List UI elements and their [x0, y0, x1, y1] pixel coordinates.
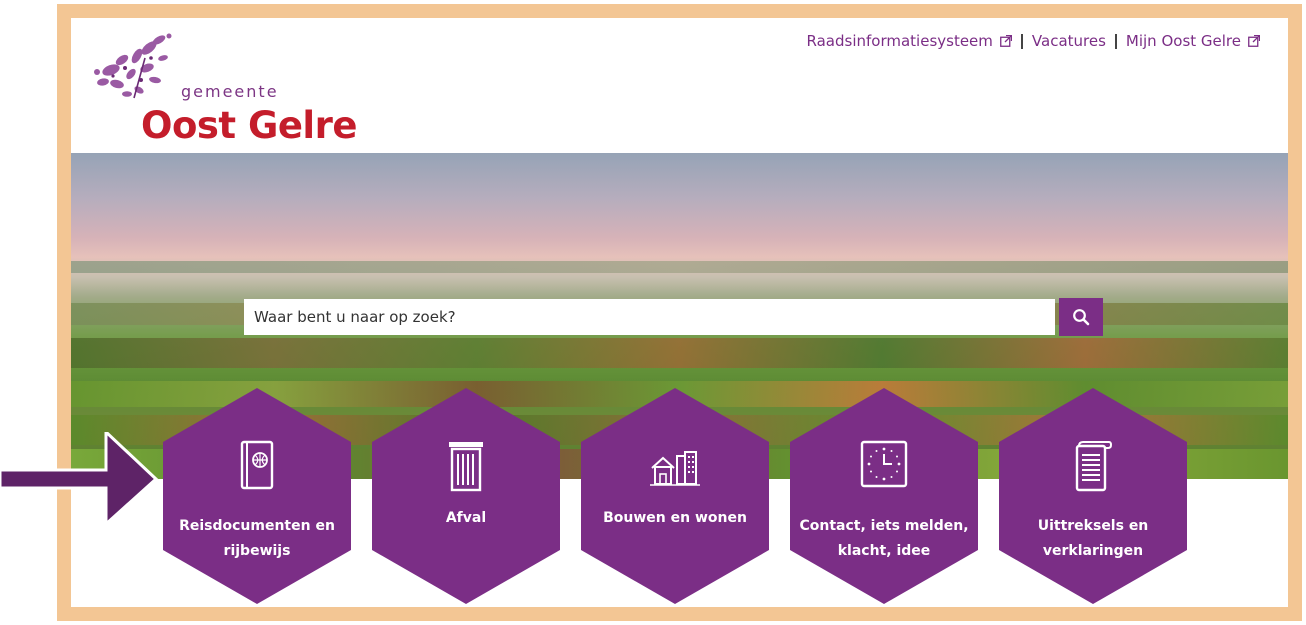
logo-subtitle: gemeente: [181, 82, 279, 101]
search-button[interactable]: [1059, 298, 1103, 336]
link-label: Vacatures: [1031, 32, 1106, 50]
clock-icon: [860, 440, 908, 488]
trash-bin-icon: [449, 442, 483, 492]
website: gemeente Oost Gelre Raadsinformatiesyste…: [71, 18, 1288, 607]
link-mijn-oost-gelre[interactable]: Mijn Oost Gelre: [1126, 32, 1260, 50]
tile-label: Reisdocumenten en rijbewijs: [179, 518, 335, 559]
highlight-frame: gemeente Oost Gelre Raadsinformatiesyste…: [57, 4, 1302, 621]
top-links: Raadsinformatiesysteem Vacatures Mijn Oo…: [807, 32, 1260, 50]
external-link-icon: [1248, 35, 1260, 47]
external-link-icon: [1000, 35, 1012, 47]
logo-title: Oost Gelre: [141, 104, 357, 147]
search-icon: [1073, 309, 1090, 326]
tile-label: Afval: [445, 510, 487, 526]
passport-icon: [240, 440, 274, 490]
divider: [1114, 33, 1117, 49]
link-vacatures[interactable]: Vacatures: [1032, 32, 1106, 50]
butterfly-logo-icon: [94, 33, 172, 99]
search-input[interactable]: [244, 299, 1055, 335]
tile-label: Bouwen en wonen: [603, 510, 747, 526]
site-logo[interactable]: gemeente Oost Gelre: [89, 28, 379, 153]
search-bar: [244, 298, 1105, 336]
link-label: Raadsinformatiesysteem: [806, 32, 993, 50]
tile-label: Uittreksels en verklaringen: [1037, 518, 1149, 559]
link-label: Mijn Oost Gelre: [1125, 32, 1241, 50]
buildings-icon: [650, 451, 700, 486]
pointer-arrow-icon: [0, 432, 159, 527]
divider: [1020, 33, 1023, 49]
link-raadsinformatiesysteem[interactable]: Raadsinformatiesysteem: [807, 32, 1012, 50]
document-scroll-icon: [1075, 441, 1113, 492]
tile-label: Contact, iets melden, klacht, idee: [799, 518, 969, 559]
